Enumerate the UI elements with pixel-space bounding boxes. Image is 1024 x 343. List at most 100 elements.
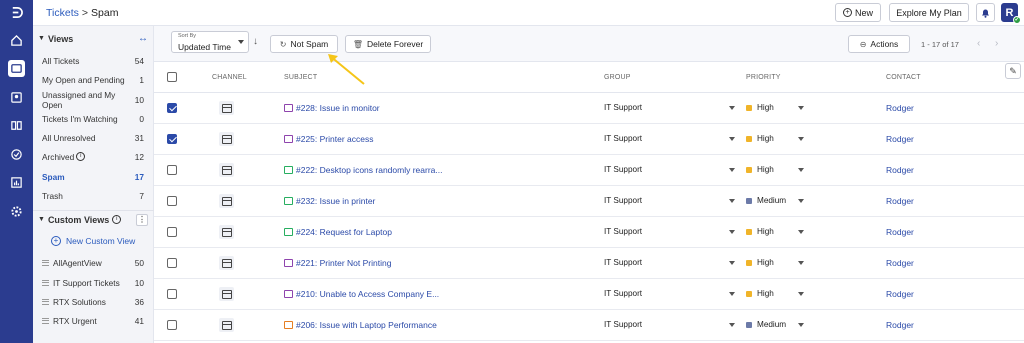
contact-link[interactable]: Rodger: [886, 320, 914, 330]
contact-link[interactable]: Rodger: [886, 227, 914, 237]
ticket-subject-link[interactable]: #225: Printer access: [284, 134, 373, 144]
row-checkbox[interactable]: [167, 320, 177, 330]
explore-plan-button[interactable]: Explore My Plan: [889, 3, 969, 22]
ticket-subject-link[interactable]: #222: Desktop icons randomly rearra...: [284, 165, 442, 175]
view-item-unassigned-and-my-open[interactable]: Unassigned and My Open 10: [33, 90, 154, 110]
row-checkbox[interactable]: [167, 103, 177, 113]
info-icon[interactable]: i: [76, 152, 86, 161]
custom-view-item[interactable]: IT Support Tickets 10: [33, 274, 154, 291]
table-row[interactable]: #222: Desktop icons randomly rearra... IT…: [154, 155, 1024, 186]
icon-rail: [0, 0, 33, 343]
group-dropdown-icon[interactable]: [729, 323, 735, 327]
view-item-tickets-watching[interactable]: Tickets I'm Watching 0: [33, 110, 154, 127]
contact-link[interactable]: Rodger: [886, 258, 914, 268]
group-dropdown-icon[interactable]: [729, 261, 735, 265]
delete-forever-button[interactable]: 🗑 Delete Forever: [345, 35, 431, 53]
priority-text: High: [757, 103, 774, 112]
group-dropdown-icon[interactable]: [729, 168, 735, 172]
priority-dropdown-icon[interactable]: [798, 230, 804, 234]
table-row[interactable]: #225: Printer access IT Support High Rodger: [154, 124, 1024, 155]
row-checkbox[interactable]: [167, 258, 177, 268]
priority-dropdown-icon[interactable]: [798, 106, 804, 110]
priority-text: High: [757, 258, 774, 267]
custom-views-header[interactable]: ▼ Custom Views i ⋮: [33, 210, 154, 228]
logo-icon[interactable]: [8, 4, 25, 21]
tasks-icon[interactable]: [8, 146, 25, 163]
info-icon[interactable]: i: [112, 215, 122, 224]
select-all-checkbox[interactable]: [167, 72, 177, 82]
group-column-header[interactable]: GROUP: [604, 74, 631, 81]
table-row[interactable]: #210: Unable to Access Company E... IT Su…: [154, 279, 1024, 310]
view-item-spam[interactable]: Spam 17: [33, 168, 154, 185]
row-checkbox[interactable]: [167, 227, 177, 237]
priority-dropdown-icon[interactable]: [798, 323, 804, 327]
not-spam-button[interactable]: ↻ Not Spam: [270, 35, 338, 53]
table-row[interactable]: #224: Request for Laptop IT Support High Ro…: [154, 217, 1024, 248]
contact-link[interactable]: Rodger: [886, 134, 914, 144]
notifications-button[interactable]: [976, 3, 995, 22]
view-item-all-unresolved[interactable]: All Unresolved 31: [33, 129, 154, 146]
ticket-subject-link[interactable]: #228: Issue in monitor: [284, 103, 380, 113]
knowledge-base-icon[interactable]: [8, 117, 25, 134]
priority-dropdown-icon[interactable]: [798, 261, 804, 265]
view-item-my-open-and-pending[interactable]: My Open and Pending 1: [33, 71, 154, 88]
new-custom-view-button[interactable]: + New Custom View: [51, 236, 135, 246]
row-checkbox[interactable]: [167, 165, 177, 175]
view-item-all-tickets[interactable]: All Tickets 54: [33, 52, 154, 69]
priority-dropdown-icon[interactable]: [798, 137, 804, 141]
tickets-icon[interactable]: [8, 60, 25, 77]
table-row[interactable]: #232: Issue in printer IT Support Medium Ro…: [154, 186, 1024, 217]
view-item-trash[interactable]: Trash 7: [33, 187, 154, 204]
group-dropdown-icon[interactable]: [729, 230, 735, 234]
contact-link[interactable]: Rodger: [886, 103, 914, 113]
group-dropdown-icon[interactable]: [729, 292, 735, 296]
new-button[interactable]: + New: [835, 3, 881, 22]
group-dropdown-icon[interactable]: [729, 137, 735, 141]
chevron-down-icon: ▼: [38, 216, 45, 223]
priority-column-header[interactable]: PRIORITY: [746, 74, 781, 81]
priority-indicator-icon: [746, 321, 752, 328]
home-icon[interactable]: [8, 32, 25, 49]
priority-dropdown-icon[interactable]: [798, 199, 804, 203]
contacts-icon[interactable]: [8, 89, 25, 106]
contact-link[interactable]: Rodger: [886, 165, 914, 175]
custom-view-item[interactable]: RTX Urgent 41: [33, 312, 154, 329]
contact-column-header[interactable]: CONTACT: [886, 74, 921, 81]
drag-handle-icon[interactable]: ⋮: [136, 213, 148, 226]
view-item-label: All Unresolved: [42, 132, 96, 143]
actions-button[interactable]: ⊖ Actions: [848, 35, 910, 53]
group-dropdown-icon[interactable]: [729, 106, 735, 110]
row-checkbox[interactable]: [167, 196, 177, 206]
avatar[interactable]: R ✓: [1001, 3, 1021, 24]
view-item-archived[interactable]: Archived i 12: [33, 148, 154, 165]
ticket-subject-link[interactable]: #210: Unable to Access Company E...: [284, 289, 439, 299]
contact-link[interactable]: Rodger: [886, 289, 914, 299]
table-row[interactable]: #228: Issue in monitor IT Support High Rodg…: [154, 93, 1024, 124]
ticket-subject-link[interactable]: #206: Issue with Laptop Performance: [284, 320, 437, 330]
row-checkbox[interactable]: [167, 289, 177, 299]
views-header[interactable]: ▼ Views ↔: [33, 30, 154, 47]
row-checkbox[interactable]: [167, 134, 177, 144]
prev-page-icon[interactable]: ‹: [977, 38, 980, 49]
custom-view-item[interactable]: RTX Solutions 36: [33, 293, 154, 310]
ticket-subject-link[interactable]: #221: Printer Not Printing: [284, 258, 391, 268]
subject-column-header[interactable]: SUBJECT: [284, 74, 317, 81]
ticket-subject-link[interactable]: #224: Request for Laptop: [284, 227, 392, 237]
breadcrumb-tickets-link[interactable]: Tickets: [46, 7, 79, 19]
table-row[interactable]: #221: Printer Not Printing IT Support High…: [154, 248, 1024, 279]
priority-dropdown-icon[interactable]: [798, 292, 804, 296]
contact-link[interactable]: Rodger: [886, 196, 914, 206]
edit-columns-button[interactable]: ✎: [1005, 63, 1021, 79]
settings-icon[interactable]: [8, 203, 25, 220]
sort-by-select[interactable]: Sort By Updated Time: [171, 31, 249, 53]
custom-view-item[interactable]: AllAgentView 50: [33, 254, 154, 271]
group-dropdown-icon[interactable]: [729, 199, 735, 203]
ticket-subject-link[interactable]: #232: Issue in printer: [284, 196, 375, 206]
reports-icon[interactable]: [8, 174, 25, 191]
table-row[interactable]: #206: Issue with Laptop Performance IT Su…: [154, 310, 1024, 341]
sort-direction-icon[interactable]: ↓: [253, 36, 258, 47]
priority-value: Medium: [746, 196, 786, 205]
next-page-icon[interactable]: ›: [995, 38, 998, 49]
expand-arrows-icon[interactable]: ↔: [138, 33, 148, 44]
priority-dropdown-icon[interactable]: [798, 168, 804, 172]
